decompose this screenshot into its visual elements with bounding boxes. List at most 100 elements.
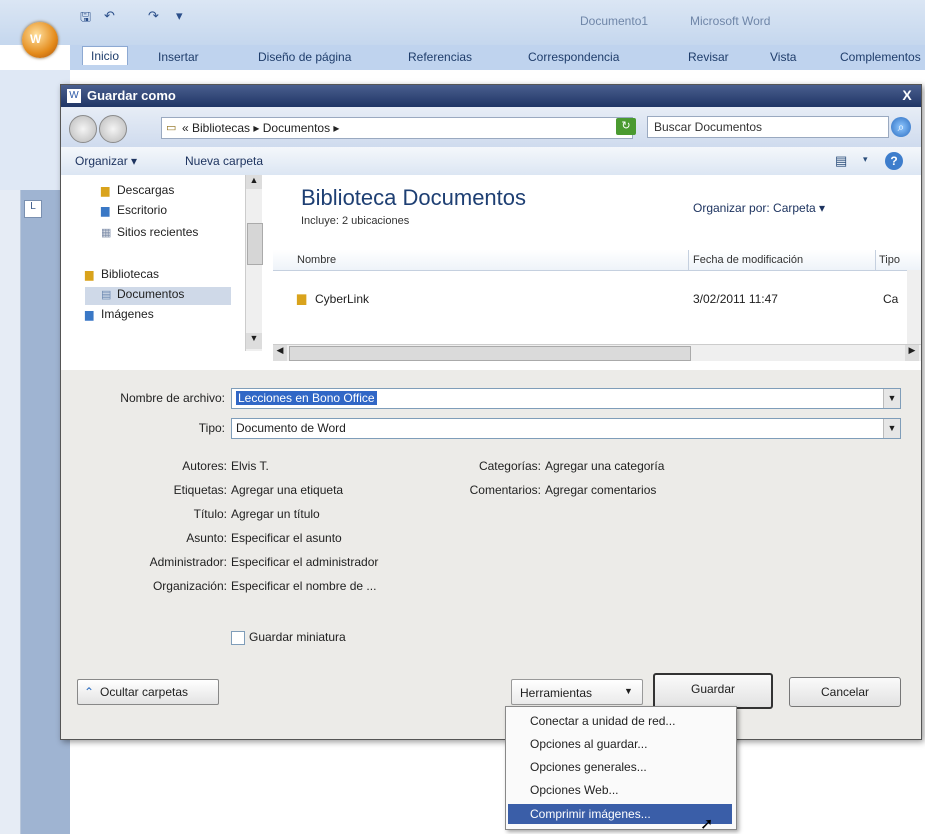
ruler-toggle-icon[interactable]: L [24, 200, 42, 218]
file-name: CyberLink [315, 292, 370, 306]
redo-icon[interactable]: ↷ [148, 8, 164, 23]
scroll-right-icon[interactable]: ▶ [905, 345, 919, 361]
column-divider[interactable] [688, 250, 689, 270]
file-horizontal-scrollbar[interactable]: ◀ ▶ [273, 344, 921, 361]
nav-scrollbar[interactable]: ▲ ▼ [245, 175, 263, 351]
app-title: Microsoft Word [690, 14, 771, 28]
filename-dropdown-icon[interactable]: ▼ [883, 389, 900, 408]
type-select[interactable]: Documento de Word ▼ [231, 418, 901, 439]
comments-value[interactable]: Agregar comentarios [545, 483, 656, 497]
tab-diseno-pagina[interactable]: Diseño de página [258, 50, 351, 64]
column-type[interactable]: Tipo [879, 254, 900, 266]
qat-dropdown-icon[interactable]: ▾ [176, 8, 192, 23]
downloads-icon: ▆ [101, 185, 110, 197]
organize-button[interactable]: Organizar ▾ [75, 154, 137, 168]
dialog-toolbar: Organizar ▾ Nueva carpeta ▤ ▾ ? [61, 147, 921, 176]
nav-item-label: Sitios recientes [117, 225, 199, 239]
help-icon[interactable]: ? [885, 152, 903, 170]
views-dropdown-icon[interactable]: ▾ [863, 154, 868, 165]
categories-value[interactable]: Agregar una categoría [545, 459, 664, 473]
desktop-icon: ▆ [101, 205, 110, 217]
nav-item-label: Bibliotecas [101, 267, 160, 281]
menu-item-web-options[interactable]: Opciones Web... [508, 780, 732, 800]
search-input[interactable]: Buscar Documentos [647, 116, 889, 138]
refresh-icon[interactable]: ↻ [616, 118, 636, 135]
search-placeholder: Buscar Documentos [654, 120, 763, 134]
type-dropdown-icon[interactable]: ▼ [883, 419, 900, 438]
nav-item-pictures[interactable]: ▆ Imágenes [85, 307, 154, 325]
manager-value[interactable]: Especificar el administrador [231, 555, 378, 569]
nav-item-desktop[interactable]: ▆ Escritorio [101, 203, 167, 221]
nav-item-documents[interactable]: ▤ Documentos [85, 287, 231, 305]
undo-icon[interactable]: ↶ [104, 8, 120, 23]
nav-item-libraries[interactable]: ▆ Bibliotecas [85, 267, 159, 285]
column-name[interactable]: Nombre [297, 254, 336, 266]
dialog-titlebar: W Guardar como X [61, 85, 921, 107]
forward-button[interactable] [99, 115, 127, 143]
close-button[interactable]: X [899, 87, 915, 103]
tab-referencias[interactable]: Referencias [408, 50, 472, 64]
menu-item-save-options[interactable]: Opciones al guardar... [508, 734, 732, 754]
column-date[interactable]: Fecha de modificación [693, 254, 803, 266]
authors-label: Autores: [182, 459, 227, 473]
subject-label: Asunto: [186, 531, 227, 545]
save-icon[interactable]: 🖫 [80, 8, 96, 24]
tab-vista[interactable]: Vista [770, 50, 796, 64]
menu-item-map-network-drive[interactable]: Conectar a unidad de red... [508, 711, 732, 731]
scroll-thumb[interactable] [289, 346, 691, 361]
tools-dropdown-icon: ▼ [624, 686, 633, 696]
tab-inicio[interactable]: Inicio [82, 46, 129, 65]
filename-value: Lecciones en Bono Office [236, 391, 377, 405]
library-subtitle[interactable]: Incluye: 2 ubicaciones [301, 215, 409, 227]
save-label: Guardar [690, 682, 736, 696]
manager-label: Administrador: [149, 555, 227, 569]
scroll-down-icon[interactable]: ▼ [246, 333, 262, 349]
tab-correspondencia[interactable]: Correspondencia [528, 50, 619, 64]
tools-button[interactable]: Herramientas ▼ [511, 679, 643, 705]
documents-icon: ▤ [101, 289, 112, 301]
authors-value[interactable]: Elvis T. [231, 459, 269, 473]
arrange-by-dropdown[interactable]: Organizar por: Carpeta ▾ [693, 201, 825, 215]
document-title: Documento1 [580, 14, 649, 28]
save-thumbnail-label: Guardar miniatura [249, 630, 346, 644]
cancel-button[interactable]: Cancelar [789, 677, 901, 707]
tab-complementos[interactable]: Complementos [840, 50, 921, 64]
subject-value[interactable]: Especificar el asunto [231, 531, 342, 545]
file-row[interactable]: ▆ CyberLink 3/02/2011 11:47 Ca [273, 290, 921, 308]
address-bar[interactable]: ▭ « Bibliotecas ▸ Documentos ▸ ▾ [161, 117, 701, 141]
menu-item-label: Comprimir imágenes... [530, 807, 651, 821]
nav-item-label: Imágenes [101, 307, 154, 321]
folder-icon: ▭ [166, 122, 177, 134]
address-path: « Bibliotecas ▸ Documentos ▸ [182, 121, 340, 135]
nav-item-recent-places[interactable]: ▦ Sitios recientes [101, 225, 198, 243]
menu-item-compress-pictures[interactable]: Comprimir imágenes... [508, 804, 732, 824]
back-button[interactable] [69, 115, 97, 143]
office-button[interactable]: W [22, 22, 58, 58]
tab-insertar[interactable]: Insertar [158, 50, 199, 64]
save-thumbnail-checkbox[interactable] [231, 631, 245, 645]
company-label: Organización: [152, 579, 227, 593]
company-value[interactable]: Especificar el nombre de ... [231, 579, 376, 593]
file-vertical-scrollbar[interactable] [907, 270, 921, 344]
search-icon[interactable]: ⌕ [891, 117, 911, 137]
save-button[interactable]: Guardar [653, 673, 773, 709]
save-as-dialog: W Guardar como X ▭ « Bibliotecas ▸ Docum… [60, 84, 922, 740]
nav-item-downloads[interactable]: ▆ Descargas [101, 183, 174, 201]
column-divider[interactable] [875, 250, 876, 270]
scroll-up-icon[interactable]: ▲ [246, 175, 262, 189]
title-value[interactable]: Agregar un título [231, 507, 320, 521]
scroll-thumb[interactable] [247, 223, 263, 265]
views-icon[interactable]: ▤ [835, 153, 847, 169]
menu-item-label: Conectar a unidad de red... [530, 714, 676, 728]
menu-item-general-options[interactable]: Opciones generales... [508, 757, 732, 777]
navigation-pane: ▆ Descargas ▆ Escritorio ▦ Sitios recientes… [61, 175, 274, 370]
hide-folders-button[interactable]: ⌃ Ocultar carpetas [77, 679, 219, 705]
ribbon-tabs: Inicio Insertar Diseño de página Referen… [70, 45, 925, 70]
tab-revisar[interactable]: Revisar [688, 50, 729, 64]
scroll-left-icon[interactable]: ◀ [273, 345, 287, 361]
new-folder-button[interactable]: Nueva carpeta [185, 154, 263, 168]
vertical-ruler [0, 190, 21, 834]
tags-value[interactable]: Agregar una etiqueta [231, 483, 343, 497]
folder-icon: ▆ [297, 291, 307, 305]
filename-input[interactable]: Lecciones en Bono Office ▼ [231, 388, 901, 409]
